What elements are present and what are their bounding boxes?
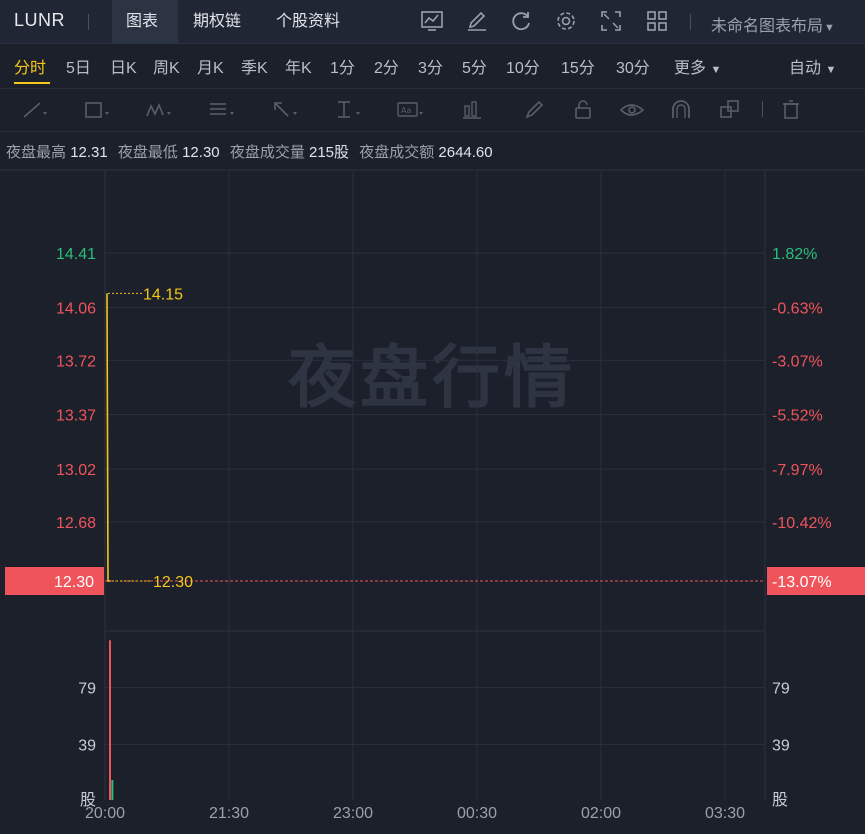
volume-bar — [111, 780, 114, 800]
percent-tick-label: -7.97% — [772, 462, 823, 479]
volume-tick-label-right: 39 — [772, 737, 790, 754]
x-tick-label: 21:30 — [209, 805, 249, 822]
volume-unit-label: 股 — [80, 790, 96, 809]
price-tick-label: 13.37 — [56, 408, 96, 425]
x-tick-label: 00:30 — [457, 805, 497, 822]
price-tick-label: 13.72 — [56, 353, 96, 370]
annotation-label: 12.30 — [153, 574, 193, 591]
percent-tick-label: 1.82% — [772, 246, 817, 263]
volume-tick-label: 79 — [78, 680, 96, 697]
x-tick-label: 23:00 — [333, 805, 373, 822]
price-tick-label: 14.06 — [56, 300, 96, 317]
volume-unit-label-right: 股 — [772, 790, 788, 809]
annotation-label: 14.15 — [143, 286, 183, 303]
percent-tick-label: -0.63% — [772, 300, 823, 317]
current-percent-label: -13.07% — [772, 574, 832, 591]
percent-tick-label: -10.42% — [772, 515, 832, 532]
current-price-label: 12.30 — [54, 574, 94, 591]
price-tick-label: 14.41 — [56, 246, 96, 263]
volume-tick-label-right: 79 — [772, 680, 790, 697]
price-tick-label: 12.68 — [56, 515, 96, 532]
price-line — [106, 293, 111, 582]
chart-grid — [0, 169, 865, 800]
volume-bars — [109, 640, 114, 800]
volume-tick-label: 39 — [78, 737, 96, 754]
price-series: 14.15 12.30 — [106, 286, 193, 591]
price-chart[interactable]: 14.1512.30 20:00 21:30 23:00 00:30 02:00 03:3… — [0, 0, 865, 834]
axis-labels: 20:00 21:30 23:00 00:30 02:00 03:3014.41 1.82%… — [5, 246, 865, 822]
price-tick-label: 13.02 — [56, 462, 96, 479]
x-tick-label: 03:30 — [705, 805, 745, 822]
percent-tick-label: -3.07% — [772, 353, 823, 370]
x-tick-label: 02:00 — [581, 805, 621, 822]
volume-bar — [109, 640, 111, 800]
percent-tick-label: -5.52% — [772, 408, 823, 425]
